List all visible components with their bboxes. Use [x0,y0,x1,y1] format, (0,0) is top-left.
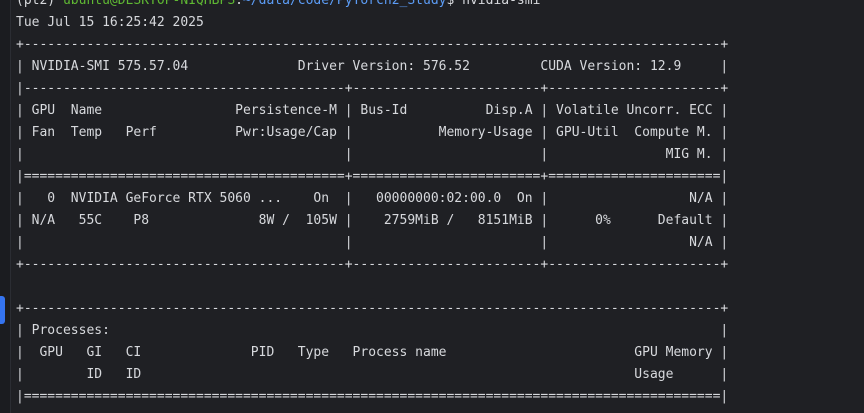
conda-env-label: (pt2) [16,0,63,8]
gpu-row-3: | | | N/A | [16,235,729,250]
processes-title: | Processes: | [16,323,729,338]
command-text: nvidia-smi [462,0,541,8]
terminal-window[interactable]: (pt2) ubuntu@DESKTOP-NIQHBPS:~/data/code… [0,0,864,413]
processes-header-separator: |=======================================… [16,389,729,404]
gpu-header-row-3: | | | MIG M. | [16,147,729,162]
processes-header-row-1: | GPU GI CI PID Type Process name GPU Me… [16,345,729,360]
prompt-colon: : [235,0,243,8]
version-line: | NVIDIA-SMI 575.57.04 Driver Version: 5… [16,59,729,74]
gpu-header-row-1: | GPU Name Persistence-M | Bus-Id Disp.A… [16,103,729,118]
timestamp-line: Tue Jul 15 16:25:42 2025 [16,15,204,30]
table-border: +---------------------------------------… [16,37,729,52]
table-divider: |---------------------------------------… [16,81,729,96]
terminal-gutter [0,0,11,413]
table-border: +---------------------------------------… [16,257,729,272]
active-line-marker [0,296,5,324]
processes-header-row-2: | ID ID Usage | [16,367,729,382]
user-host-label: ubuntu@DESKTOP-NIQHBPS [62,0,236,8]
gpu-header-row-2: | Fan Temp Perf Pwr:Usage/Cap | Memory-U… [16,125,729,140]
table-header-separator: |=======================================… [16,169,729,184]
processes-border: +---------------------------------------… [16,301,729,316]
terminal-output: (pt2) ubuntu@DESKTOP-NIQHBPS:~/data/code… [16,0,856,408]
gpu-row-1: | 0 NVIDIA GeForce RTX 5060 ... On | 000… [16,191,729,206]
prompt-symbol: $ [446,0,463,8]
working-directory-label: ~/data/code/PyTorch2_Study [242,0,447,8]
gpu-row-2: | N/A 55C P8 8W / 105W | 2759MiB / 8151M… [16,213,729,228]
prompt-line: (pt2) ubuntu@DESKTOP-NIQHBPS:~/data/code… [16,0,856,12]
